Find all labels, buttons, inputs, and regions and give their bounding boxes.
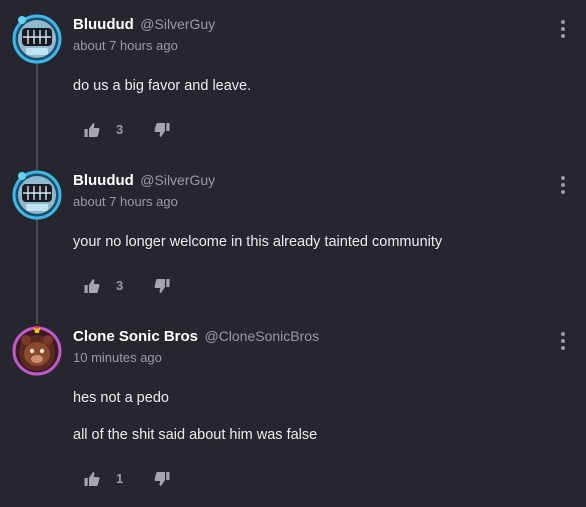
comment-thread: Bluudud @SilverGuy about 7 hours ago do … <box>0 0 586 507</box>
comment-text: your no longer welcome in this already t… <box>73 234 443 250</box>
thumbs-down-icon[interactable] <box>154 122 170 138</box>
thumbs-down-icon[interactable] <box>154 278 170 294</box>
more-vertical-icon[interactable] <box>556 20 570 40</box>
more-vertical-icon[interactable] <box>556 332 570 352</box>
author-name[interactable]: Clone Sonic Bros <box>73 328 198 345</box>
comment-item: Bluudud @SilverGuy about 7 hours ago do … <box>0 14 586 154</box>
author-name[interactable]: Bluudud <box>73 172 134 189</box>
comment-timestamp: about 7 hours ago <box>73 38 178 53</box>
author-handle[interactable]: @CloneSonicBros <box>204 328 319 344</box>
thumbs-up-icon[interactable] <box>84 278 100 294</box>
comment-text: all of the shit said about him was false <box>73 427 318 443</box>
like-count: 3 <box>116 122 124 137</box>
comment-timestamp: about 7 hours ago <box>73 194 178 209</box>
thumbs-up-icon[interactable] <box>84 122 100 138</box>
bear-avatar-icon <box>12 326 62 376</box>
comment-timestamp: 10 minutes ago <box>73 350 162 365</box>
comment-text: hes not a pedo <box>73 390 169 406</box>
user-avatar[interactable] <box>12 326 62 376</box>
like-count: 3 <box>116 278 124 293</box>
more-vertical-icon[interactable] <box>556 176 570 196</box>
goggles-avatar-icon <box>12 14 62 64</box>
author-name[interactable]: Bluudud <box>73 16 134 33</box>
author-handle[interactable]: @SilverGuy <box>140 172 215 188</box>
comment-item: Clone Sonic Bros @CloneSonicBros 10 minu… <box>0 326 586 506</box>
like-count: 1 <box>116 471 124 486</box>
comment-text: do us a big favor and leave. <box>73 78 252 94</box>
comment-item: Bluudud @SilverGuy about 7 hours ago you… <box>0 170 586 310</box>
goggles-avatar-icon <box>12 170 62 220</box>
user-avatar[interactable] <box>12 170 62 220</box>
thumbs-up-icon[interactable] <box>84 471 100 487</box>
thumbs-down-icon[interactable] <box>154 471 170 487</box>
user-avatar[interactable] <box>12 14 62 64</box>
author-handle[interactable]: @SilverGuy <box>140 16 215 32</box>
